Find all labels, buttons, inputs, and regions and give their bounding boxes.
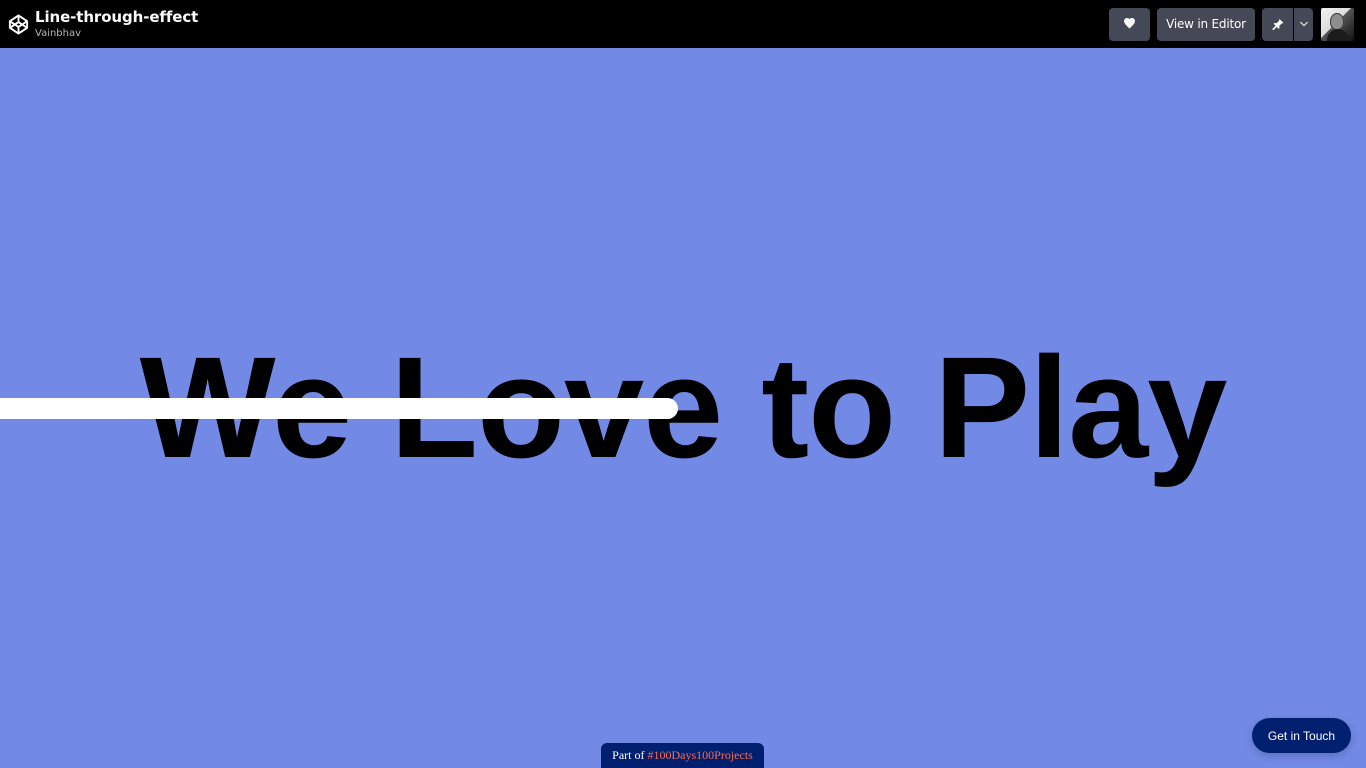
toolbar-actions: View in Editor [1109,0,1354,48]
codepen-logo-icon[interactable] [6,12,30,36]
pen-title: Line-through-effect [35,7,199,26]
project-series-badge[interactable]: Part of #100Days100Projects [601,743,764,768]
pen-title-wrap: Line-through-effect Vainbhav [35,7,199,40]
pin-button[interactable] [1262,7,1293,41]
brand: Line-through-effect Vainbhav [6,9,198,39]
chevron-down-icon [1299,21,1308,27]
author-name[interactable]: Vainbhav [35,28,198,40]
get-in-touch-button[interactable]: Get in Touch [1252,718,1351,753]
pin-icon [1271,17,1285,32]
badge-prefix: Part of [612,748,645,762]
view-in-editor-button[interactable]: View in Editor [1157,7,1255,41]
preview-stage: We Love to Play [0,48,1366,768]
project-series-link[interactable]: #100Days100Projects [648,748,753,763]
heart-icon [1123,18,1136,30]
pin-control-group [1262,7,1313,41]
strike-line [0,398,678,419]
top-bar: Line-through-effect Vainbhav View in Edi… [0,0,1366,48]
pin-options-dropdown-button[interactable] [1294,7,1313,41]
like-button[interactable] [1109,7,1150,41]
user-avatar[interactable] [1321,7,1354,41]
